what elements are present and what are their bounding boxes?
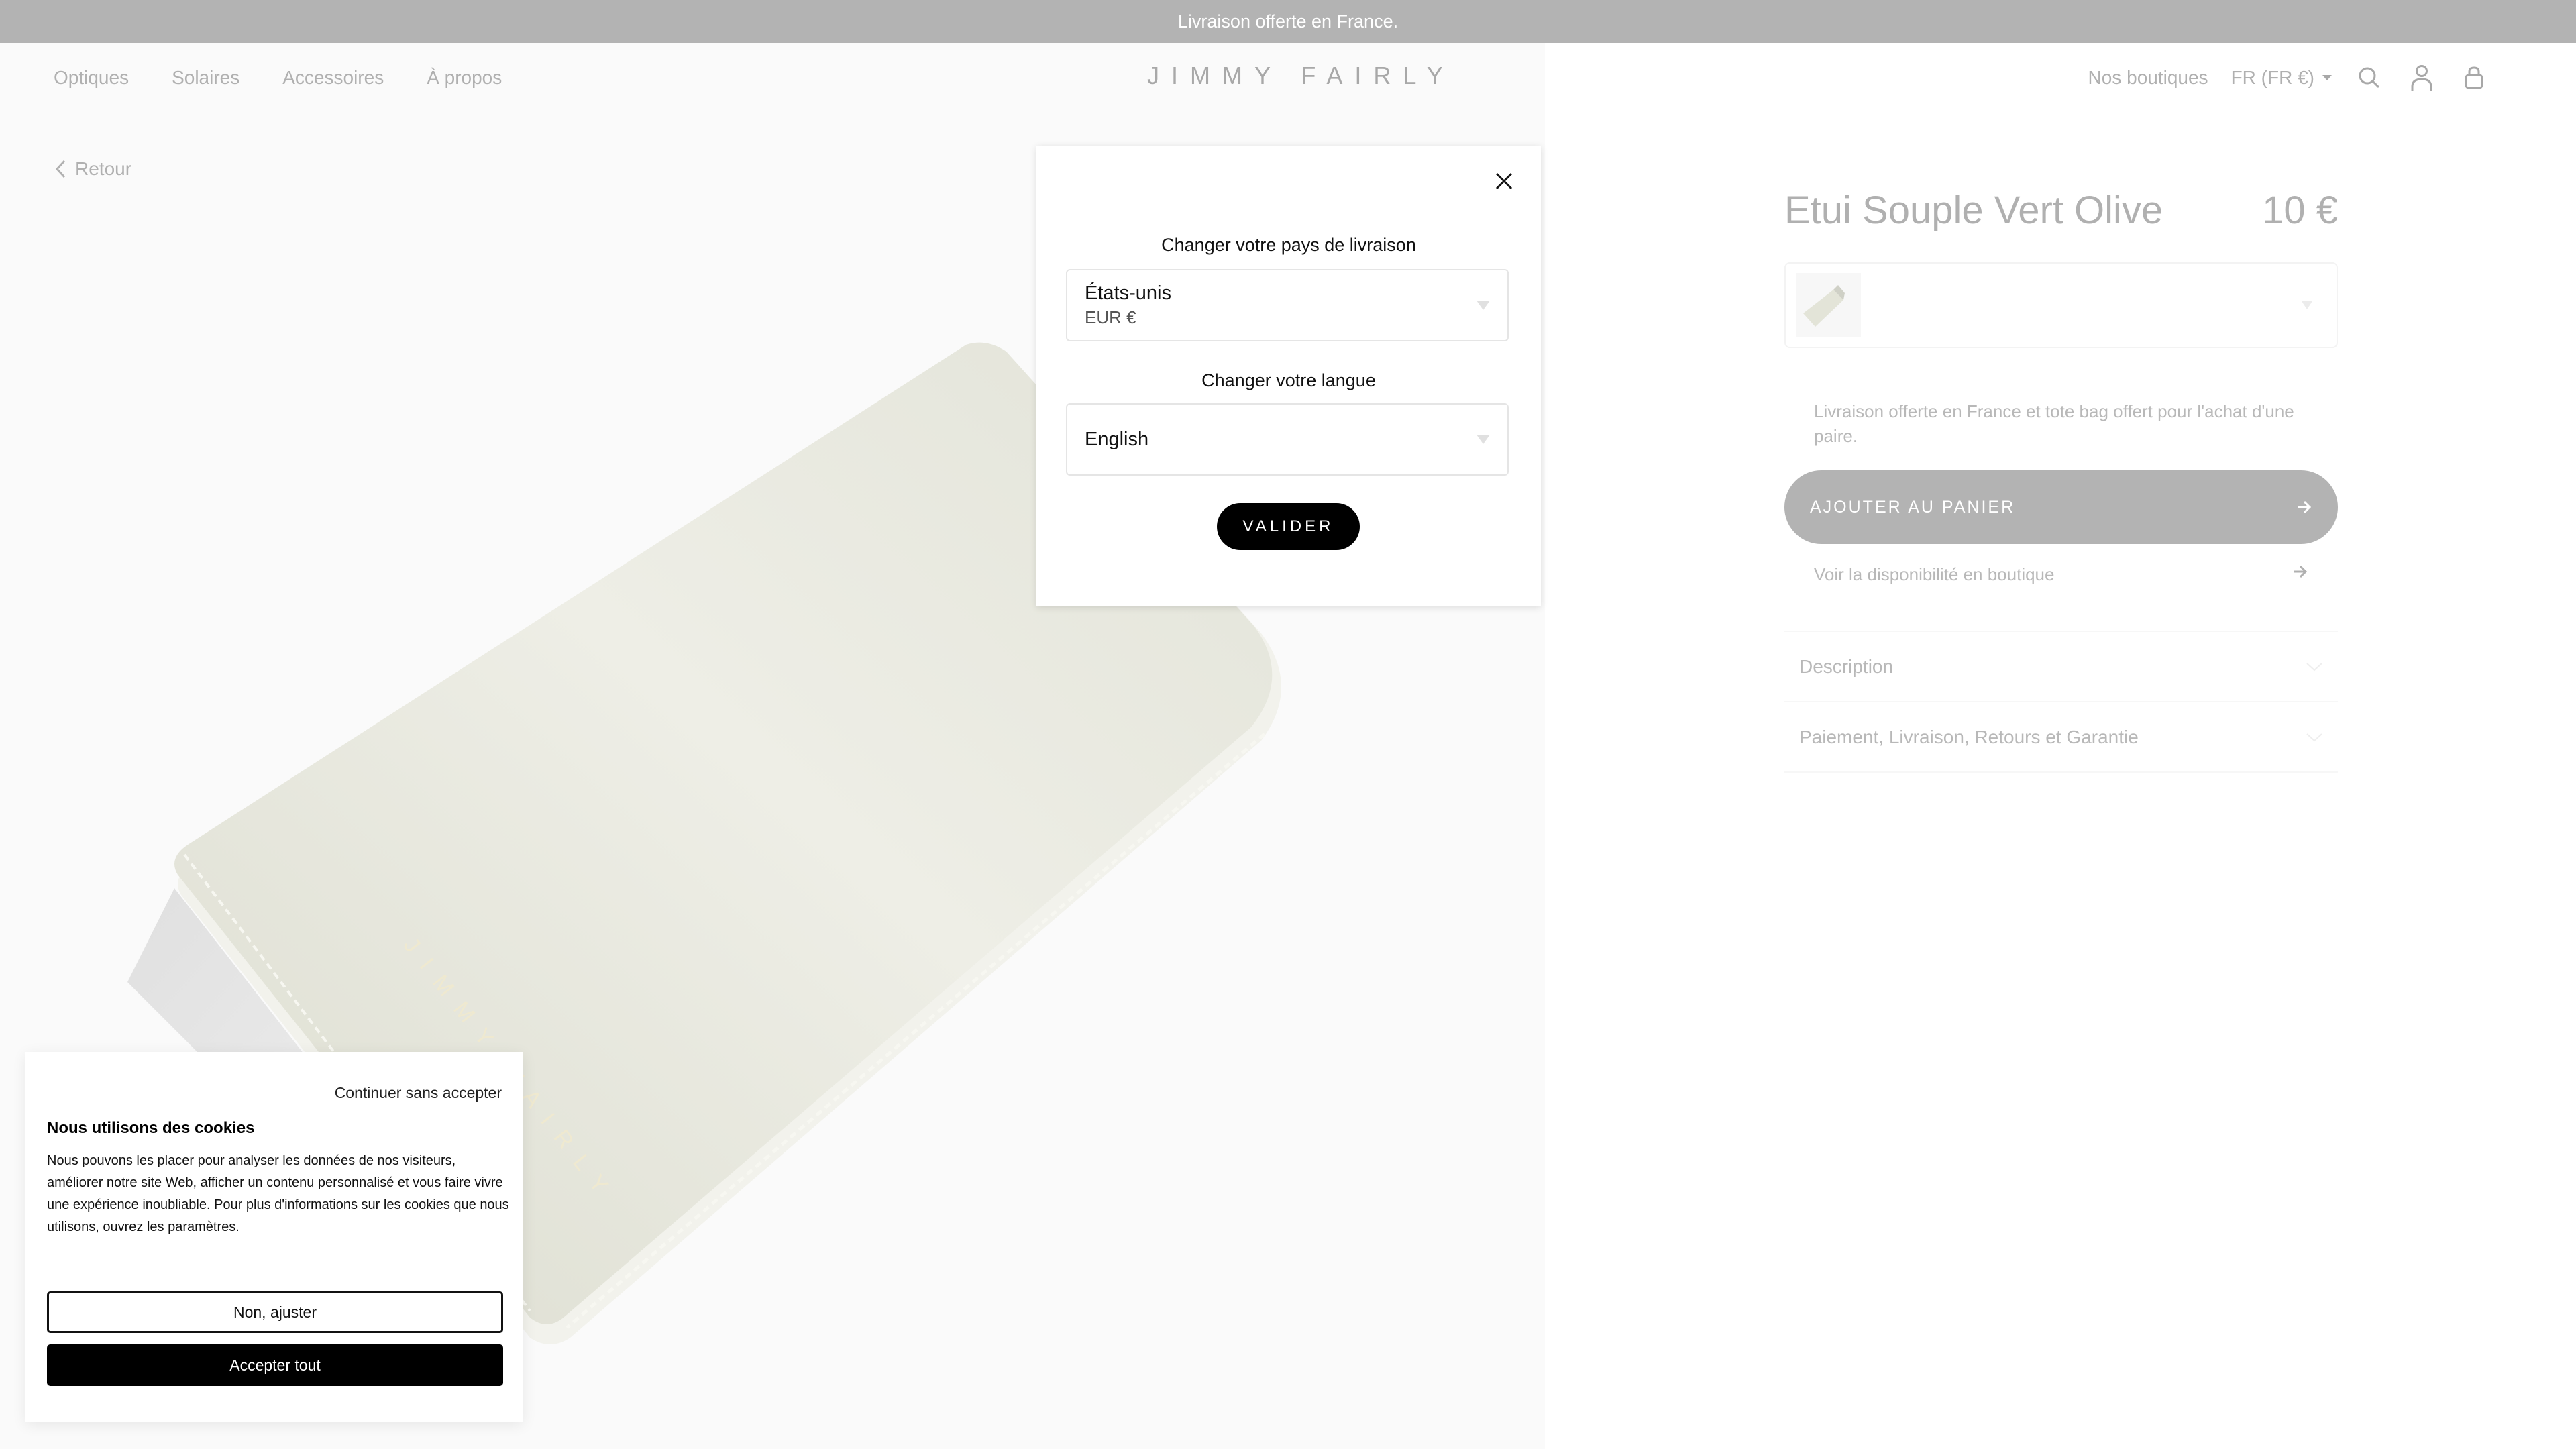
cookie-adjust-button[interactable]: Non, ajuster — [47, 1291, 503, 1333]
country-value: États-unis — [1085, 282, 1171, 304]
locale-label: FR (FR €) — [2231, 67, 2314, 88]
store-availability-link[interactable]: Voir la disponibilité en boutique — [1784, 564, 2338, 585]
nav-a-propos[interactable]: À propos — [427, 67, 502, 89]
account-icon[interactable] — [2407, 63, 2436, 93]
accordion-label: Paiement, Livraison, Retours et Garantie — [1799, 726, 2139, 747]
locale-selector[interactable]: FR (FR €) — [2231, 67, 2332, 89]
cookie-title: Nous utilisons des cookies — [47, 1119, 255, 1137]
product-panel: Etui Souple Vert Olive 10 € Livraison of… — [1784, 188, 2338, 773]
brand-logo[interactable]: JIMMY FAIRLY — [1147, 62, 1455, 90]
product-accordion: Description Paiement, Livraison, Retours… — [1784, 631, 2338, 773]
locale-modal: Changer votre pays de livraison États-un… — [1036, 146, 1541, 606]
caret-down-icon — [1477, 435, 1490, 444]
product-price: 10 € — [2262, 189, 2338, 232]
add-to-cart-button[interactable]: AJOUTER AU PANIER — [1784, 470, 2338, 544]
variant-selector[interactable] — [1784, 262, 2338, 348]
validate-button[interactable]: VALIDER — [1217, 503, 1360, 550]
cookie-banner: Continuer sans accepter Nous utilisons d… — [25, 1052, 523, 1422]
country-select[interactable]: États-unis EUR € — [1066, 269, 1509, 341]
search-icon[interactable] — [2355, 63, 2384, 93]
caret-down-icon — [1477, 301, 1490, 310]
variant-thumbnail — [1796, 273, 1861, 337]
back-label: Retour — [75, 158, 132, 179]
caret-down-icon — [2322, 75, 2332, 80]
chevron-left-icon — [55, 160, 66, 178]
country-label: Changer votre pays de livraison — [1161, 235, 1416, 255]
accordion-payment-shipping[interactable]: Paiement, Livraison, Retours et Garantie — [1784, 702, 2338, 773]
announcement-text: Livraison offerte en France. — [1177, 11, 1399, 32]
caret-down-icon — [2302, 301, 2312, 309]
back-link[interactable]: Retour — [55, 158, 131, 180]
accordion-label: Description — [1799, 655, 1894, 677]
chevron-down-icon — [2306, 733, 2322, 741]
continue-without-accepting-link[interactable]: Continuer sans accepter — [335, 1084, 502, 1102]
product-title-row: Etui Souple Vert Olive 10 € — [1784, 188, 2338, 233]
cookie-description: Nous pouvons les placer pour analyser le… — [47, 1153, 509, 1234]
currency-value: EUR € — [1085, 307, 1136, 327]
arrow-right-icon — [2294, 565, 2308, 578]
cookie-accept-all-button[interactable]: Accepter tout — [47, 1344, 503, 1386]
accordion-description[interactable]: Description — [1784, 632, 2338, 702]
stores-link[interactable]: Nos boutiques — [2088, 67, 2208, 89]
announcement-bar: Livraison offerte en France. — [0, 0, 2576, 43]
main-nav: Optiques Solaires Accessoires À propos — [54, 67, 502, 89]
close-icon[interactable] — [1493, 170, 1515, 193]
shipping-note: Livraison offerte en France et tote bag … — [1814, 401, 2294, 446]
product-title: Etui Souple Vert Olive — [1784, 189, 2163, 232]
add-to-cart-label: AJOUTER AU PANIER — [1810, 497, 2016, 517]
bag-icon[interactable] — [2459, 63, 2489, 93]
arrow-right-icon — [2298, 500, 2312, 514]
language-select[interactable]: English — [1066, 403, 1509, 476]
nav-accessoires[interactable]: Accessoires — [282, 67, 384, 89]
language-value: English — [1085, 428, 1149, 450]
store-availability-label: Voir la disponibilité en boutique — [1814, 564, 2055, 584]
nav-optiques[interactable]: Optiques — [54, 67, 129, 89]
site-header: Optiques Solaires Accessoires À propos J… — [0, 43, 2576, 110]
language-label: Changer votre langue — [1201, 370, 1376, 390]
nav-solaires[interactable]: Solaires — [172, 67, 239, 89]
utility-nav: Nos boutiques FR (FR €) — [2088, 63, 2489, 93]
chevron-down-icon — [2306, 662, 2322, 671]
